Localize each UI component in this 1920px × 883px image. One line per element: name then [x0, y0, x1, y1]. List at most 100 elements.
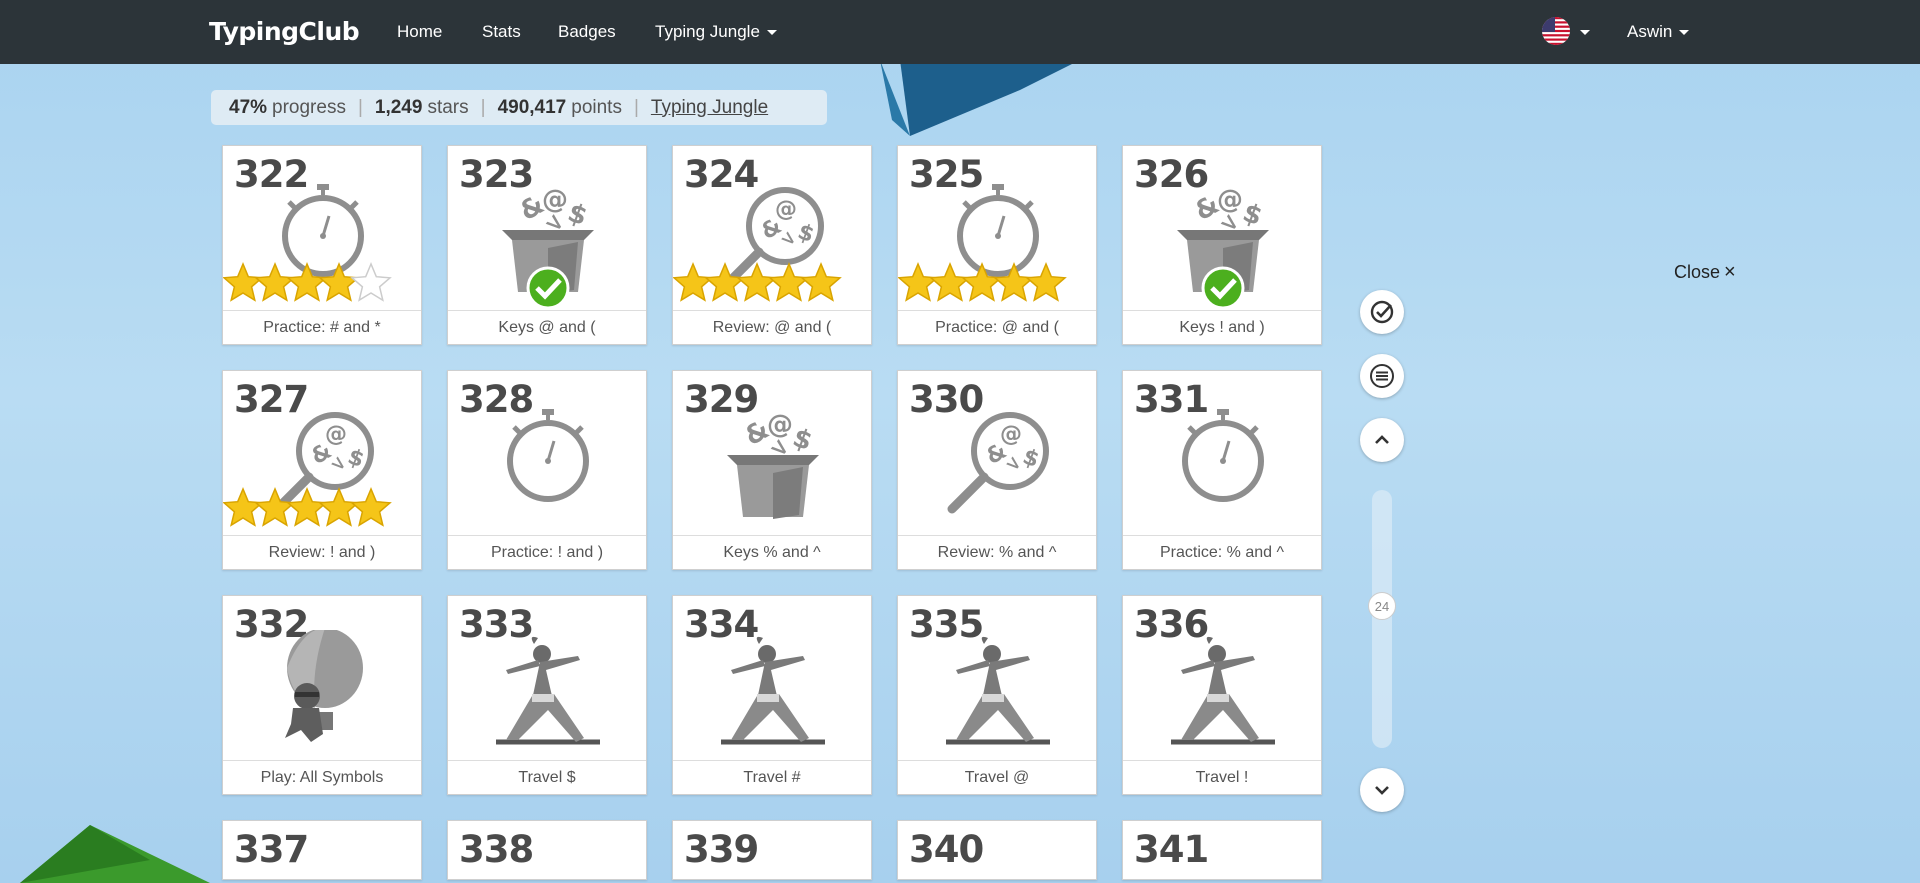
lesson-number: 341: [1134, 828, 1209, 871]
check-circle-icon: [1370, 300, 1394, 324]
nav-typing-jungle-dropdown[interactable]: Typing Jungle: [655, 22, 777, 42]
lesson-card-322[interactable]: 322 Practice: # and *: [222, 145, 422, 345]
lesson-title: Practice: % and ^: [1123, 535, 1321, 569]
lesson-title: Travel !: [1123, 760, 1321, 794]
progress-summary: 47% progress | 1,249 stars | 490,417 poi…: [211, 90, 827, 125]
star-icon: [1025, 262, 1067, 302]
lesson-number: 338: [459, 828, 534, 871]
completed-check-icon: [1201, 266, 1245, 310]
lesson-title: Review: ! and ): [223, 535, 421, 569]
user-menu[interactable]: Aswin: [1627, 22, 1690, 42]
lesson-title: Keys @ and (: [448, 310, 646, 344]
us-flag-icon[interactable]: [1542, 17, 1570, 45]
stopwatch-icon: [898, 184, 1067, 302]
svg-text:@: @: [1000, 422, 1022, 447]
magnifier-icon: & @ > $: [722, 187, 824, 289]
lesson-card-333[interactable]: 333 Travel $: [447, 595, 647, 795]
yoga-traveler-icon: [1171, 636, 1275, 745]
language-caret-icon[interactable]: [1580, 30, 1590, 35]
star-icon: [898, 262, 939, 302]
yoga-traveler-icon: [721, 636, 825, 745]
star-icon: [929, 262, 971, 302]
lesson-card-339[interactable]: 339: [672, 820, 872, 880]
close-label: Close: [1674, 262, 1721, 282]
box-icon: & @ > $: [1177, 185, 1269, 310]
magnifier-icon: & @ > $: [673, 187, 842, 302]
lesson-card-326[interactable]: 326 & @ > $ Keys ! and ): [1122, 145, 1322, 345]
yoga-icon: [946, 636, 1050, 745]
magnifier-icon: & @ > $: [947, 412, 1049, 514]
star-icon: [800, 262, 842, 302]
star-icon: [768, 262, 810, 302]
lesson-card-323[interactable]: 323 & @ > $ Keys @ and (: [447, 145, 647, 345]
chevron-down-icon: [766, 30, 777, 36]
scroll-up-button[interactable]: [1360, 418, 1404, 462]
nav-badges[interactable]: Badges: [558, 22, 616, 42]
box-icon: & @ > $: [727, 410, 819, 519]
lesson-title: Keys ! and ): [1123, 310, 1321, 344]
stopwatch-icon: [282, 184, 364, 277]
lesson-card-328[interactable]: 328 Practice: ! and ): [447, 370, 647, 570]
lesson-card-325[interactable]: 325 Practice: @ and (: [897, 145, 1097, 345]
stars-label: stars: [427, 96, 469, 118]
star-icon: [254, 262, 296, 302]
star-icon: [350, 487, 392, 527]
completed-filter-button[interactable]: [1360, 290, 1404, 334]
typing-jungle-link[interactable]: Typing Jungle: [651, 97, 768, 119]
lesson-card-341[interactable]: 341: [1122, 820, 1322, 880]
lesson-number: 340: [909, 828, 984, 871]
lesson-scroll-thumb[interactable]: 24: [1368, 592, 1396, 620]
hot-air-balloon-icon: [285, 630, 363, 742]
lesson-card-330[interactable]: 330 & @ > $ Review: % and ^: [897, 370, 1097, 570]
stars-count: 1,249: [374, 96, 423, 118]
lesson-card-334[interactable]: 334 Travel #: [672, 595, 872, 795]
background-shard-top: [880, 60, 1080, 136]
lesson-card-338[interactable]: 338: [447, 820, 647, 880]
progress-percent: 47%: [229, 96, 268, 118]
magnifier-icon: & @ > $: [223, 412, 392, 527]
lesson-card-337[interactable]: 337: [222, 820, 422, 880]
svg-text:@: @: [775, 197, 797, 222]
svg-text:@: @: [325, 422, 347, 447]
stopwatch-icon: [507, 409, 589, 502]
lesson-title: Travel $: [448, 760, 646, 794]
chevron-up-icon: [1375, 435, 1389, 444]
yoga-icon: [721, 636, 825, 745]
star-icon: [350, 262, 392, 302]
close-button[interactable]: Close ×: [1674, 261, 1736, 284]
lesson-card-327[interactable]: 327 & @ > $ Review: ! and ): [222, 370, 422, 570]
lesson-number: 339: [684, 828, 759, 871]
chevron-down-icon: [1679, 30, 1690, 36]
list-view-button[interactable]: [1360, 354, 1404, 398]
progress-label: progress: [272, 96, 346, 118]
close-icon: ×: [1724, 261, 1736, 283]
symbols-box-icon: & @ > $: [727, 410, 819, 519]
lesson-title: Play: All Symbols: [223, 760, 421, 794]
lesson-card-324[interactable]: 324 & @ > $ Review: @ and (: [672, 145, 872, 345]
lesson-card-335[interactable]: 335 Travel @: [897, 595, 1097, 795]
brand-logo[interactable]: TypingClub: [209, 17, 360, 46]
star-icon: [223, 487, 264, 527]
stopwatch-icon: [1182, 409, 1264, 502]
yoga-icon: [496, 636, 600, 745]
lesson-title: Travel #: [673, 760, 871, 794]
lesson-card-331[interactable]: 331 Practice: % and ^: [1122, 370, 1322, 570]
stopwatch-icon: [507, 409, 589, 502]
user-name: Aswin: [1627, 22, 1673, 41]
lesson-title: Practice: # and *: [223, 310, 421, 344]
lesson-card-332[interactable]: 332 Play: All Symbols: [222, 595, 422, 795]
scroll-down-button[interactable]: [1360, 768, 1404, 812]
lesson-title: Review: % and ^: [898, 535, 1096, 569]
stopwatch-icon: [1182, 409, 1264, 502]
yoga-traveler-icon: [496, 636, 600, 745]
separator: |: [357, 96, 363, 118]
separator: |: [633, 96, 639, 118]
nav-stats[interactable]: Stats: [482, 22, 521, 42]
nav-home[interactable]: Home: [397, 22, 442, 42]
star-icon: [223, 262, 264, 302]
lesson-card-336[interactable]: 336 Travel !: [1122, 595, 1322, 795]
box-icon: & @ > $: [502, 185, 594, 310]
lesson-card-340[interactable]: 340: [897, 820, 1097, 880]
lesson-card-329[interactable]: 329 & @ > $ Keys % and ^: [672, 370, 872, 570]
list-icon: [1370, 364, 1394, 388]
